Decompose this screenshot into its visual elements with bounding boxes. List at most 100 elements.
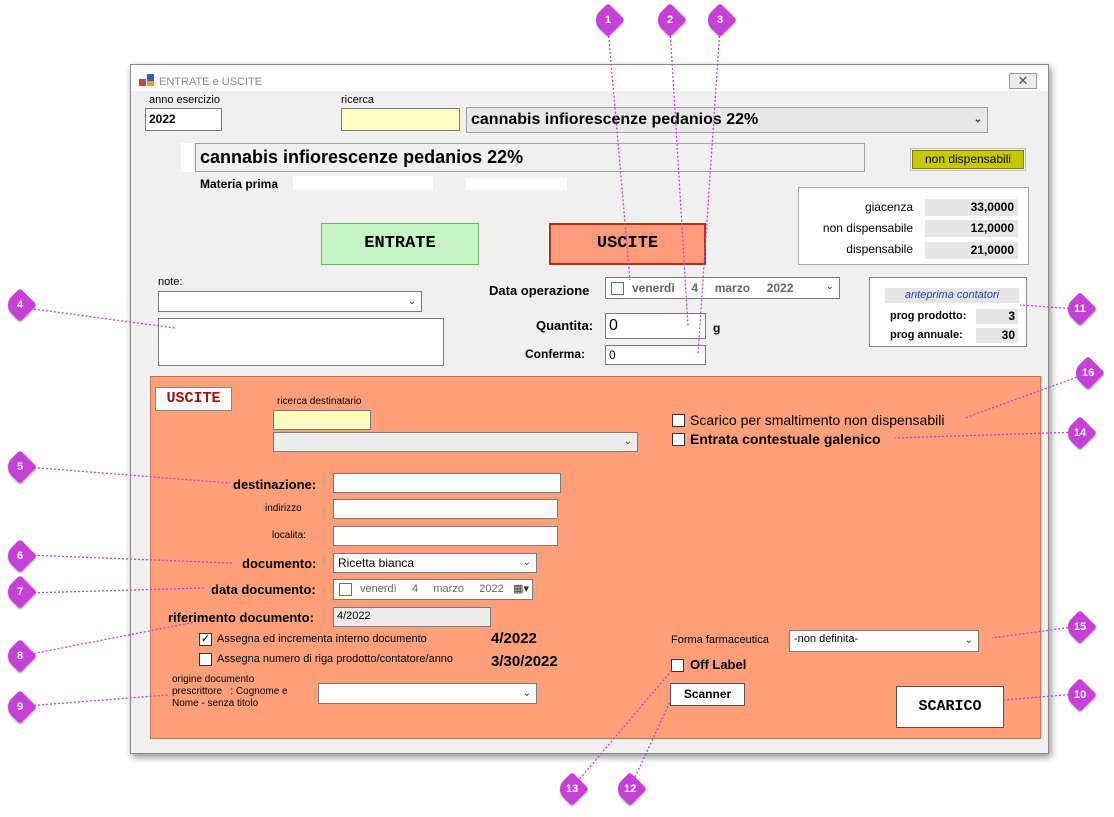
entrata-galenico-label: Entrata contestuale galenico: [690, 431, 881, 447]
callout-number: 12: [623, 783, 637, 795]
assegna-riga-checkbox[interactable]: [199, 653, 212, 666]
callout-badge-15: 15: [1063, 610, 1097, 644]
data-documento-checkbox[interactable]: [339, 583, 352, 596]
non-dispensabile-label: non dispensabile: [822, 221, 913, 235]
close-button[interactable]: ✕: [1009, 73, 1037, 89]
conferma-input[interactable]: 0: [605, 345, 706, 365]
ricerca-destinatario-input[interactable]: [273, 410, 371, 430]
off-label-checkbox[interactable]: [671, 659, 684, 672]
callout-badge-7: 7: [3, 575, 37, 609]
ricerca-label: ricerca: [341, 94, 375, 106]
anno-label: anno esercizio: [149, 94, 220, 106]
documento-select-value: Ricetta bianca: [338, 556, 415, 570]
anno-input[interactable]: 2022: [145, 108, 222, 131]
callout-badge-2: 2: [653, 3, 687, 37]
origine-label-1: origine documento: [172, 674, 255, 685]
uscite-button[interactable]: USCITE: [549, 223, 706, 265]
assegna-interno-value: 4/2022: [491, 630, 537, 647]
app-icon: [139, 74, 154, 86]
callout-badge-11: 11: [1063, 292, 1097, 326]
origine-select[interactable]: ⌄: [318, 683, 537, 704]
riferimento-documento-label: riferimento documento:: [168, 610, 314, 625]
entrata-galenico-checkbox[interactable]: [672, 433, 685, 446]
callout-number: 9: [16, 701, 24, 713]
destinazione-input[interactable]: [333, 473, 561, 493]
callout-badge-13: 13: [555, 772, 589, 806]
destinatario-select[interactable]: ⌄: [273, 432, 638, 452]
materia-prima-extra: [466, 178, 567, 190]
callout-badge-12: 12: [613, 772, 647, 806]
forma-farmaceutica-label: Forma farmaceutica: [671, 634, 769, 646]
product-select[interactable]: cannabis infiorescenze pedanios 22% ⌄: [466, 107, 988, 133]
anteprima-contatori-header: anteprima contatori: [885, 288, 1019, 303]
callout-number: 16: [1081, 367, 1095, 379]
product-title-marker: [181, 143, 193, 172]
assegna-interno-label: Assegna ed incrementa interno documento: [217, 633, 427, 645]
scanner-button[interactable]: Scanner: [670, 683, 745, 706]
documento-select[interactable]: Ricetta bianca ⌄: [333, 553, 537, 573]
origine-label-3: Nome - senza titolo: [172, 698, 259, 709]
data-documento-value: venerdì 4 marzo 2022: [360, 583, 504, 595]
callout-number: 1: [604, 14, 612, 26]
product-select-value: cannabis infiorescenze pedanios 22%: [471, 111, 759, 128]
callout-badge-16: 16: [1071, 356, 1105, 390]
product-title: cannabis infiorescenze pedanios 22%: [195, 143, 865, 172]
callout-badge-8: 8: [3, 639, 37, 673]
scarico-button[interactable]: SCARICO: [896, 686, 1004, 728]
callout-badge-4: 4: [3, 288, 37, 322]
non-dispensabile-value: 12,0000: [925, 220, 1018, 237]
date-enable-checkbox[interactable]: [611, 282, 624, 295]
callout-number: 14: [1073, 427, 1087, 439]
chevron-down-icon: ⌄: [973, 113, 982, 125]
localita-label: localita:: [272, 530, 306, 541]
assegna-interno-checkbox[interactable]: ✓: [199, 633, 212, 646]
callout-number: 15: [1073, 621, 1087, 633]
note-textarea[interactable]: [158, 318, 444, 366]
chevron-down-icon: ⌄: [964, 634, 973, 646]
callout-badge-3: 3: [703, 3, 737, 37]
prog-prodotto-label: prog prodotto:: [890, 310, 967, 322]
chevron-down-icon: ⌄: [407, 295, 416, 307]
giacenza-value: 33,0000: [925, 199, 1018, 216]
callout-badge-5: 5: [3, 450, 37, 484]
quantita-label: Quantita:: [536, 318, 594, 333]
callout-number: 6: [16, 550, 24, 562]
callout-number: 10: [1073, 689, 1087, 701]
data-documento-picker[interactable]: venerdì 4 marzo 2022 ▦▾: [333, 579, 533, 600]
dispensabile-label: dispensabile: [846, 242, 913, 256]
callout-number: 4: [16, 299, 24, 311]
ricerca-input[interactable]: [341, 108, 460, 131]
scarico-smaltimento-checkbox[interactable]: [672, 414, 685, 427]
chevron-down-icon: ⌄: [623, 435, 632, 447]
forma-farmaceutica-select[interactable]: -non definita- ⌄: [789, 630, 979, 652]
off-label-label: Off Label: [690, 657, 747, 672]
callout-number: 2: [666, 14, 674, 26]
destinazione-label: destinazione:: [233, 477, 317, 492]
entrate-uscite-window: ENTRATE e USCITE ✕ anno esercizio 2022 r…: [130, 64, 1049, 754]
callout-badge-1: 1: [591, 3, 625, 37]
callout-number: 5: [16, 461, 24, 473]
quantita-input[interactable]: 0: [605, 313, 706, 339]
data-operazione-picker[interactable]: venerdì 4 marzo 2022 ⌄: [605, 277, 840, 299]
chevron-down-icon: ⌄: [825, 281, 834, 292]
riferimento-documento-input[interactable]: 4/2022: [333, 607, 491, 627]
localita-input[interactable]: [333, 526, 558, 546]
non-dispensabili-badge: non dispensabili: [910, 148, 1026, 171]
note-select[interactable]: ⌄: [158, 291, 422, 312]
title-bar: ENTRATE e USCITE ✕: [131, 65, 1048, 91]
chevron-down-icon: ⌄: [522, 556, 531, 568]
anteprima-contatori-panel: anteprima contatori prog prodotto: 3 pro…: [869, 277, 1027, 347]
uscite-tag: USCITE: [155, 387, 232, 411]
chevron-down-icon: ⌄: [522, 687, 531, 699]
origine-label-2: prescrittore : Cognome e: [172, 686, 288, 697]
prog-annuale-value: 30: [976, 328, 1018, 343]
callout-badge-9: 9: [3, 690, 37, 724]
indirizzo-input[interactable]: [333, 499, 558, 519]
entrate-button[interactable]: ENTRATE: [321, 223, 479, 265]
callout-number: 13: [565, 783, 579, 795]
assegna-riga-value: 3/30/2022: [491, 653, 558, 670]
materia-prima-value: [293, 176, 433, 190]
prog-prodotto-value: 3: [976, 309, 1018, 324]
ricerca-destinatario-label: ricerca destinatario: [277, 396, 362, 407]
stock-panel: giacenza 33,0000 non dispensabile 12,000…: [798, 187, 1029, 265]
